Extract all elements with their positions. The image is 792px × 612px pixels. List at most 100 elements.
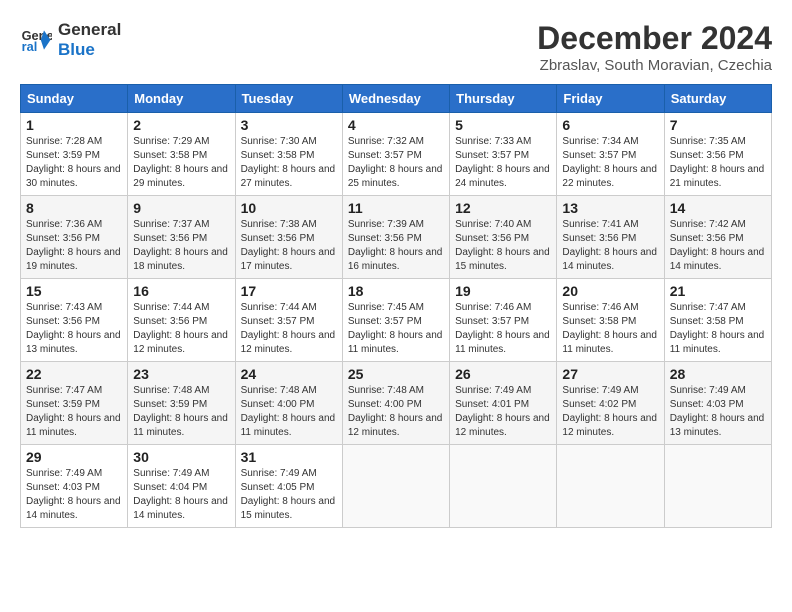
calendar-cell: 1 Sunrise: 7:28 AMSunset: 3:59 PMDayligh… — [21, 113, 128, 196]
day-number: 16 — [133, 283, 229, 299]
calendar-cell: 30 Sunrise: 7:49 AMSunset: 4:04 PMDaylig… — [128, 445, 235, 528]
day-number: 10 — [241, 200, 337, 216]
day-info: Sunrise: 7:45 AMSunset: 3:57 PMDaylight:… — [348, 302, 443, 355]
day-number: 26 — [455, 366, 551, 382]
day-number: 17 — [241, 283, 337, 299]
week-row-5: 29 Sunrise: 7:49 AMSunset: 4:03 PMDaylig… — [21, 445, 772, 528]
title-area: December 2024 Zbraslav, South Moravian, … — [537, 20, 772, 74]
weekday-header-saturday: Saturday — [664, 85, 771, 113]
calendar-cell — [664, 445, 771, 528]
logo-icon: Gene ral — [20, 24, 52, 56]
day-info: Sunrise: 7:28 AMSunset: 3:59 PMDaylight:… — [26, 136, 121, 189]
calendar-cell: 19 Sunrise: 7:46 AMSunset: 3:57 PMDaylig… — [450, 279, 557, 362]
weekday-header-tuesday: Tuesday — [235, 85, 342, 113]
day-info: Sunrise: 7:34 AMSunset: 3:57 PMDaylight:… — [562, 136, 657, 189]
day-info: Sunrise: 7:49 AMSunset: 4:03 PMDaylight:… — [26, 468, 121, 521]
day-info: Sunrise: 7:39 AMSunset: 3:56 PMDaylight:… — [348, 219, 443, 272]
day-number: 2 — [133, 117, 229, 133]
day-info: Sunrise: 7:49 AMSunset: 4:02 PMDaylight:… — [562, 385, 657, 438]
calendar-cell: 9 Sunrise: 7:37 AMSunset: 3:56 PMDayligh… — [128, 196, 235, 279]
calendar-cell: 16 Sunrise: 7:44 AMSunset: 3:56 PMDaylig… — [128, 279, 235, 362]
day-info: Sunrise: 7:41 AMSunset: 3:56 PMDaylight:… — [562, 219, 657, 272]
calendar-cell: 7 Sunrise: 7:35 AMSunset: 3:56 PMDayligh… — [664, 113, 771, 196]
day-info: Sunrise: 7:37 AMSunset: 3:56 PMDaylight:… — [133, 219, 228, 272]
day-number: 31 — [241, 449, 337, 465]
day-info: Sunrise: 7:49 AMSunset: 4:03 PMDaylight:… — [670, 385, 765, 438]
calendar-cell: 27 Sunrise: 7:49 AMSunset: 4:02 PMDaylig… — [557, 362, 664, 445]
day-info: Sunrise: 7:30 AMSunset: 3:58 PMDaylight:… — [241, 136, 336, 189]
day-info: Sunrise: 7:47 AMSunset: 3:59 PMDaylight:… — [26, 385, 121, 438]
day-info: Sunrise: 7:46 AMSunset: 3:58 PMDaylight:… — [562, 302, 657, 355]
calendar-table: SundayMondayTuesdayWednesdayThursdayFrid… — [20, 84, 772, 528]
weekday-header-row: SundayMondayTuesdayWednesdayThursdayFrid… — [21, 85, 772, 113]
weekday-header-monday: Monday — [128, 85, 235, 113]
day-number: 4 — [348, 117, 444, 133]
calendar-cell: 26 Sunrise: 7:49 AMSunset: 4:01 PMDaylig… — [450, 362, 557, 445]
weekday-header-wednesday: Wednesday — [342, 85, 449, 113]
calendar-cell: 22 Sunrise: 7:47 AMSunset: 3:59 PMDaylig… — [21, 362, 128, 445]
calendar-cell: 13 Sunrise: 7:41 AMSunset: 3:56 PMDaylig… — [557, 196, 664, 279]
day-number: 23 — [133, 366, 229, 382]
calendar-cell: 29 Sunrise: 7:49 AMSunset: 4:03 PMDaylig… — [21, 445, 128, 528]
day-number: 8 — [26, 200, 122, 216]
calendar-cell: 17 Sunrise: 7:44 AMSunset: 3:57 PMDaylig… — [235, 279, 342, 362]
day-info: Sunrise: 7:32 AMSunset: 3:57 PMDaylight:… — [348, 136, 443, 189]
day-number: 19 — [455, 283, 551, 299]
day-number: 21 — [670, 283, 766, 299]
calendar-cell: 2 Sunrise: 7:29 AMSunset: 3:58 PMDayligh… — [128, 113, 235, 196]
day-number: 27 — [562, 366, 658, 382]
logo: Gene ral General Blue — [20, 20, 121, 59]
day-info: Sunrise: 7:29 AMSunset: 3:58 PMDaylight:… — [133, 136, 228, 189]
day-number: 18 — [348, 283, 444, 299]
day-info: Sunrise: 7:48 AMSunset: 3:59 PMDaylight:… — [133, 385, 228, 438]
calendar-cell — [450, 445, 557, 528]
day-info: Sunrise: 7:49 AMSunset: 4:04 PMDaylight:… — [133, 468, 228, 521]
calendar-cell: 15 Sunrise: 7:43 AMSunset: 3:56 PMDaylig… — [21, 279, 128, 362]
calendar-cell: 3 Sunrise: 7:30 AMSunset: 3:58 PMDayligh… — [235, 113, 342, 196]
calendar-cell: 21 Sunrise: 7:47 AMSunset: 3:58 PMDaylig… — [664, 279, 771, 362]
day-number: 29 — [26, 449, 122, 465]
day-number: 9 — [133, 200, 229, 216]
logo-line1: General — [58, 20, 121, 40]
day-number: 24 — [241, 366, 337, 382]
calendar-cell: 10 Sunrise: 7:38 AMSunset: 3:56 PMDaylig… — [235, 196, 342, 279]
page-header: Gene ral General Blue December 2024 Zbra… — [20, 20, 772, 74]
calendar-cell: 14 Sunrise: 7:42 AMSunset: 3:56 PMDaylig… — [664, 196, 771, 279]
day-number: 13 — [562, 200, 658, 216]
weekday-header-sunday: Sunday — [21, 85, 128, 113]
day-number: 5 — [455, 117, 551, 133]
day-info: Sunrise: 7:38 AMSunset: 3:56 PMDaylight:… — [241, 219, 336, 272]
day-number: 28 — [670, 366, 766, 382]
day-info: Sunrise: 7:36 AMSunset: 3:56 PMDaylight:… — [26, 219, 121, 272]
calendar-cell: 23 Sunrise: 7:48 AMSunset: 3:59 PMDaylig… — [128, 362, 235, 445]
day-info: Sunrise: 7:40 AMSunset: 3:56 PMDaylight:… — [455, 219, 550, 272]
day-number: 6 — [562, 117, 658, 133]
svg-text:ral: ral — [22, 39, 38, 54]
day-number: 12 — [455, 200, 551, 216]
day-number: 3 — [241, 117, 337, 133]
day-info: Sunrise: 7:35 AMSunset: 3:56 PMDaylight:… — [670, 136, 765, 189]
day-info: Sunrise: 7:46 AMSunset: 3:57 PMDaylight:… — [455, 302, 550, 355]
day-number: 1 — [26, 117, 122, 133]
calendar-cell: 18 Sunrise: 7:45 AMSunset: 3:57 PMDaylig… — [342, 279, 449, 362]
day-info: Sunrise: 7:48 AMSunset: 4:00 PMDaylight:… — [241, 385, 336, 438]
day-info: Sunrise: 7:44 AMSunset: 3:56 PMDaylight:… — [133, 302, 228, 355]
calendar-cell: 25 Sunrise: 7:48 AMSunset: 4:00 PMDaylig… — [342, 362, 449, 445]
location-title: Zbraslav, South Moravian, Czechia — [537, 57, 772, 74]
day-number: 25 — [348, 366, 444, 382]
day-number: 15 — [26, 283, 122, 299]
week-row-2: 8 Sunrise: 7:36 AMSunset: 3:56 PMDayligh… — [21, 196, 772, 279]
calendar-cell: 12 Sunrise: 7:40 AMSunset: 3:56 PMDaylig… — [450, 196, 557, 279]
day-number: 14 — [670, 200, 766, 216]
day-info: Sunrise: 7:43 AMSunset: 3:56 PMDaylight:… — [26, 302, 121, 355]
day-info: Sunrise: 7:42 AMSunset: 3:56 PMDaylight:… — [670, 219, 765, 272]
day-info: Sunrise: 7:49 AMSunset: 4:05 PMDaylight:… — [241, 468, 336, 521]
day-number: 22 — [26, 366, 122, 382]
calendar-cell: 24 Sunrise: 7:48 AMSunset: 4:00 PMDaylig… — [235, 362, 342, 445]
calendar-cell — [557, 445, 664, 528]
day-number: 7 — [670, 117, 766, 133]
day-number: 20 — [562, 283, 658, 299]
day-info: Sunrise: 7:48 AMSunset: 4:00 PMDaylight:… — [348, 385, 443, 438]
day-info: Sunrise: 7:47 AMSunset: 3:58 PMDaylight:… — [670, 302, 765, 355]
week-row-3: 15 Sunrise: 7:43 AMSunset: 3:56 PMDaylig… — [21, 279, 772, 362]
